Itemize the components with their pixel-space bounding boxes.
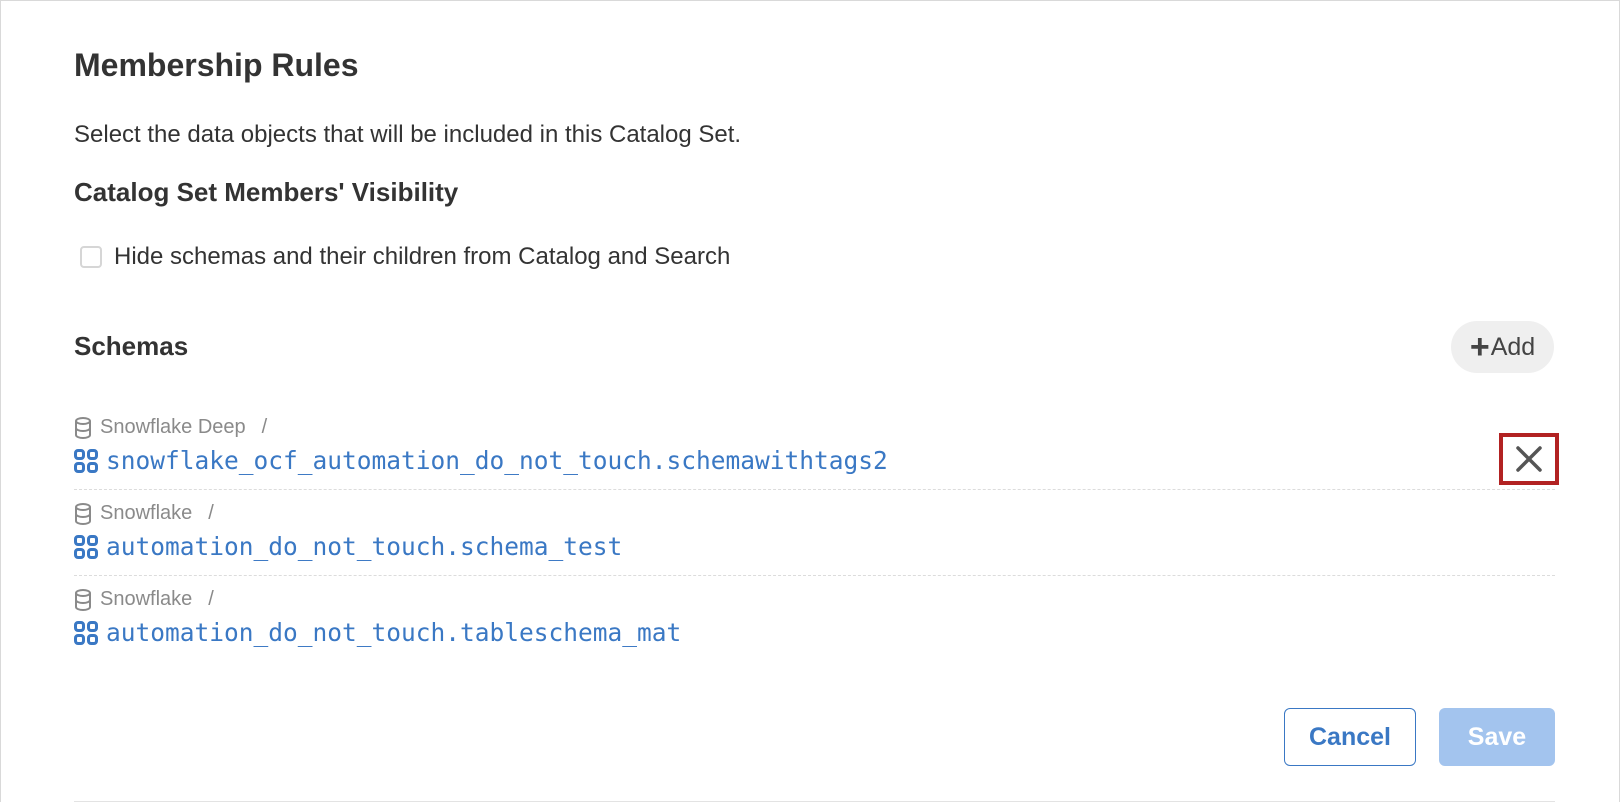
source-name: Snowflake — [100, 502, 193, 524]
source-separator: / — [208, 588, 214, 610]
schema-grid-icon — [74, 448, 98, 473]
schemas-title: Schemas — [74, 331, 189, 361]
membership-rules-title: Membership Rules — [74, 47, 359, 83]
schema-list: Snowflake Deep / snowflake_ocf_automatio… — [74, 404, 1559, 662]
schema-name[interactable]: automation_do_not_touch.schema_test — [106, 532, 622, 561]
schema-link[interactable]: automation_do_not_touch.tableschema_mat — [74, 618, 681, 647]
schema-grid-icon — [74, 534, 98, 559]
hide-schemas-option[interactable]: Hide schemas and their children from Cat… — [80, 243, 730, 271]
schema-source: Snowflake Deep / — [74, 416, 267, 439]
close-icon — [1516, 446, 1542, 472]
plus-icon: + — [1469, 328, 1490, 366]
schema-row: Snowflake / automation_do_not_touch.sche… — [74, 490, 1555, 576]
schema-row: Snowflake Deep / snowflake_ocf_automatio… — [74, 404, 1559, 490]
schema-source: Snowflake / — [74, 502, 214, 525]
membership-description: Select the data objects that will be inc… — [74, 121, 742, 148]
source-name: Snowflake Deep — [100, 416, 246, 438]
schema-row: Snowflake / automation_do_not_touch.tabl… — [74, 576, 1555, 662]
schema-grid-icon — [74, 620, 98, 645]
schema-source: Snowflake / — [74, 588, 214, 611]
source-name: Snowflake — [100, 588, 193, 610]
save-button[interactable]: Save — [1439, 708, 1555, 766]
source-separator: / — [261, 416, 268, 438]
visibility-title: Catalog Set Members' Visibility — [74, 177, 459, 207]
source-separator: / — [208, 502, 214, 524]
remove-schema-button[interactable] — [1499, 433, 1559, 485]
hide-schemas-label[interactable]: Hide schemas and their children from Cat… — [114, 243, 730, 271]
add-schema-button[interactable]: + Add — [1451, 321, 1554, 373]
schema-link[interactable]: snowflake_ocf_automation_do_not_touch.sc… — [74, 446, 888, 475]
schema-name[interactable]: snowflake_ocf_automation_do_not_touch.sc… — [106, 446, 888, 475]
database-icon — [75, 588, 91, 611]
hide-schemas-checkbox[interactable] — [80, 246, 102, 268]
database-icon — [75, 416, 91, 439]
schema-link[interactable]: automation_do_not_touch.schema_test — [74, 532, 622, 561]
database-icon — [75, 502, 91, 525]
membership-rules-panel: Membership Rules Select the data objects… — [0, 0, 1620, 802]
cancel-button[interactable]: Cancel — [1284, 708, 1416, 766]
add-label: Add — [1490, 332, 1536, 361]
schema-name[interactable]: automation_do_not_touch.tableschema_mat — [106, 618, 681, 647]
